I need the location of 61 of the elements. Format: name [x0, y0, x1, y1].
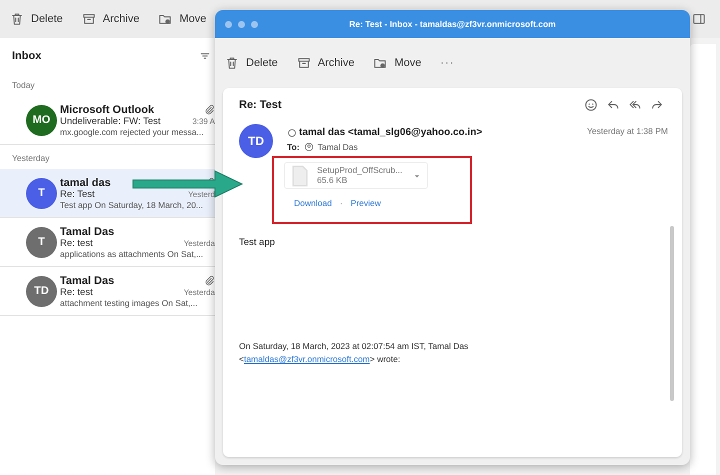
- attachment-name: SetupProd_OffScrub...: [317, 166, 404, 176]
- message-item[interactable]: T Tamal Das Re: test Yesterda applications as attachments On Sat,...: [0, 218, 215, 267]
- avatar: T: [26, 226, 57, 258]
- attachment-card[interactable]: SetupProd_OffScrub... 65.6 KB: [284, 162, 428, 189]
- trash-icon: [225, 56, 239, 70]
- message-item[interactable]: T tamal das Re: Test Yesterd Test app On Saturday, 18 March, 20...: [0, 169, 215, 218]
- message-subject: Re: Test: [239, 99, 282, 111]
- message-time: Yesterda: [184, 238, 215, 248]
- quoted-header: On Saturday, 18 March, 2023 at 02:07:54 am IST, Tamal Das <tamaldas@zf3vr.onmicrosoft.com> wrote:: [239, 340, 470, 366]
- more-button[interactable]: ···: [440, 55, 454, 71]
- sender-address: tamal das <tamal_slg06@yahoo.co.in>: [299, 127, 482, 138]
- action-link[interactable]: Download: [294, 198, 332, 208]
- group-header: Yesterday: [11, 152, 50, 165]
- message-preview: Test app On Saturday, 18 March, 20...: [60, 200, 204, 210]
- avatar: TD: [239, 124, 273, 158]
- email-link[interactable]: tamaldas@zf3vr.onmicrosoft.com: [244, 354, 370, 364]
- message-item[interactable]: MO Microsoft Outlook Undeliverable: FW: Test 3:39 A mx.google.com rejected your messa...: [0, 96, 215, 145]
- smiley-icon[interactable]: [584, 98, 598, 112]
- status-circle-icon: [287, 128, 297, 138]
- message-time: 3:39 A: [192, 116, 215, 126]
- trash-icon: [10, 12, 24, 26]
- to-label: To:: [287, 142, 300, 152]
- recipient-name: Tamal Das: [318, 142, 358, 152]
- message-date: Yesterday at 1:38 PM: [587, 126, 668, 138]
- message-item[interactable]: TD Tamal Das Re: test Yesterda attachment testing images On Sat,...: [0, 267, 215, 316]
- sender-name: Tamal Das: [60, 274, 114, 286]
- message-subject: Re: Test: [60, 188, 95, 200]
- person-icon: [304, 142, 314, 152]
- window-title: Re: Test - Inbox - tamaldas@zf3vr.onmicrosoft.com: [349, 19, 556, 29]
- separator-dot: ·: [340, 198, 343, 208]
- sender-name: Tamal Das: [60, 226, 114, 238]
- archive-button[interactable]: Archive: [82, 10, 140, 28]
- folder-icon: [158, 12, 172, 26]
- move-button[interactable]: Move: [373, 54, 422, 72]
- avatar: T: [26, 178, 57, 208]
- archive-button[interactable]: Archive: [296, 54, 354, 72]
- scrollbar[interactable]: [670, 226, 674, 401]
- message-subject: Undeliverable: FW: Test: [60, 116, 160, 126]
- message-time: Yesterda: [184, 288, 215, 296]
- sender-name: tamal das: [60, 176, 111, 188]
- delete-button[interactable]: Delete: [225, 54, 278, 72]
- delete-button[interactable]: Delete: [10, 10, 63, 28]
- archive-box-icon: [82, 12, 96, 26]
- sender-name: Microsoft Outlook: [60, 104, 154, 116]
- reading-pane-icon[interactable]: [692, 12, 706, 26]
- message-preview: applications as attachments On Sat,...: [60, 248, 204, 258]
- attachment-size: 65.6 KB: [317, 176, 348, 186]
- avatar: MO: [26, 104, 57, 136]
- folder-title: Inbox: [12, 50, 42, 62]
- message-preview: mx.google.com rejected your messa...: [60, 126, 205, 136]
- action-link[interactable]: Preview: [350, 198, 381, 208]
- group-header: Today: [11, 79, 36, 92]
- message-subject: Re: test: [60, 238, 93, 248]
- move-button[interactable]: Move: [158, 10, 206, 28]
- folder-icon: [373, 56, 388, 70]
- avatar: TD: [26, 276, 57, 306]
- message-time: Yesterd: [188, 190, 215, 198]
- message-preview: attachment testing images On Sat,...: [60, 298, 198, 308]
- archive-box-icon: [296, 56, 311, 70]
- message-body: Test app: [239, 237, 276, 248]
- message-subject: Re: test: [60, 286, 93, 298]
